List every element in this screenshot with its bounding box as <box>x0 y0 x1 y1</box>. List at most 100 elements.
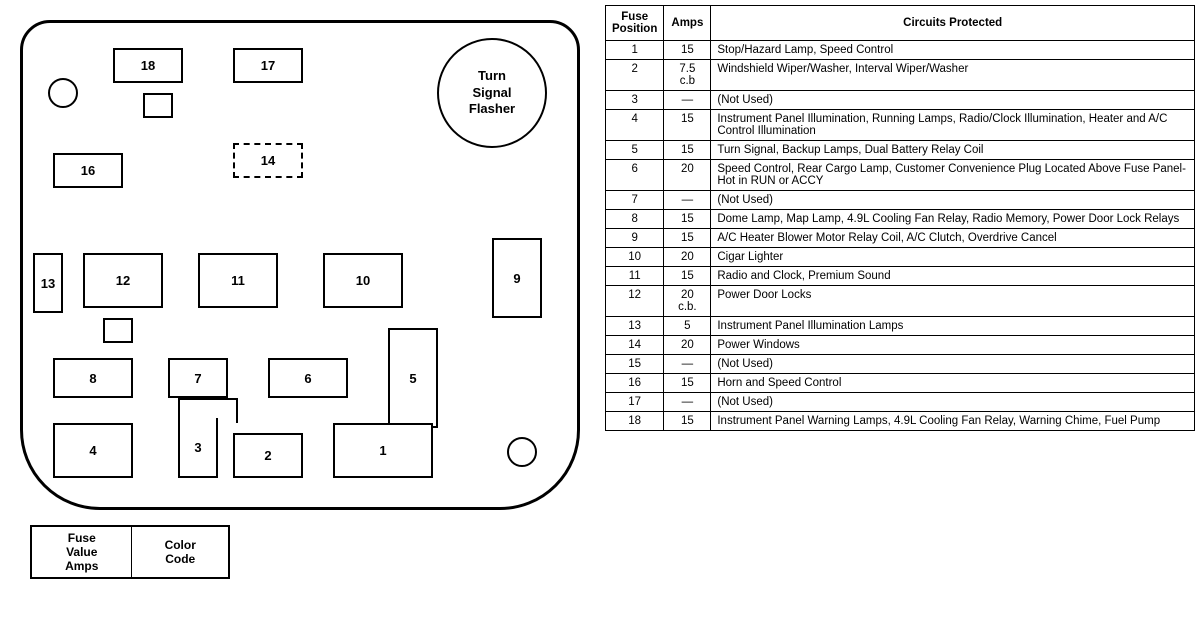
fuse-amps-cell: — <box>664 355 711 374</box>
fuse-amps-cell: 15 <box>664 210 711 229</box>
col-header-circuits: Circuits Protected <box>711 6 1195 41</box>
fuse-position-cell: 18 <box>606 412 664 431</box>
table-row: 815Dome Lamp, Map Lamp, 4.9L Cooling Fan… <box>606 210 1195 229</box>
fuse-3-top <box>178 398 238 423</box>
fuse-amps-cell: 20 <box>664 160 711 191</box>
fuse-legend-table: FuseValueAmps ColorCode <box>30 525 230 579</box>
small-circle-tl <box>48 78 78 108</box>
fuse-sub-18 <box>143 93 173 118</box>
fuse-circuit-cell: Radio and Clock, Premium Sound <box>711 267 1195 286</box>
fuse-position-cell: 8 <box>606 210 664 229</box>
fuse-amps-cell: 15 <box>664 229 711 248</box>
fuse-position-cell: 13 <box>606 317 664 336</box>
fuse-reference-table: FusePosition Amps Circuits Protected 115… <box>605 5 1195 431</box>
fuse-12: 12 <box>83 253 163 308</box>
fuse-circuit-cell: Dome Lamp, Map Lamp, 4.9L Cooling Fan Re… <box>711 210 1195 229</box>
fuse-circuit-cell: Stop/Hazard Lamp, Speed Control <box>711 41 1195 60</box>
fuse-circuit-cell: A/C Heater Blower Motor Relay Coil, A/C … <box>711 229 1195 248</box>
fuse-4: 4 <box>53 423 133 478</box>
table-row: 17—(Not Used) <box>606 393 1195 412</box>
fuse-position-cell: 2 <box>606 60 664 91</box>
fuse-position-cell: 5 <box>606 141 664 160</box>
fuse-position-cell: 15 <box>606 355 664 374</box>
table-row: 7—(Not Used) <box>606 191 1195 210</box>
table-row: 915A/C Heater Blower Motor Relay Coil, A… <box>606 229 1195 248</box>
fuse-position-cell: 6 <box>606 160 664 191</box>
fuse-9: 9 <box>492 238 542 318</box>
fuse-circuit-cell: Turn Signal, Backup Lamps, Dual Battery … <box>711 141 1195 160</box>
table-row: 1615Horn and Speed Control <box>606 374 1195 393</box>
fuse-amps-cell: 15 <box>664 41 711 60</box>
fuse-10: 10 <box>323 253 403 308</box>
fuse-position-cell: 17 <box>606 393 664 412</box>
fuse-1: 1 <box>333 423 433 478</box>
fuse-circuit-cell: (Not Used) <box>711 393 1195 412</box>
fuse-position-cell: 1 <box>606 41 664 60</box>
table-row: 1220 c.b.Power Door Locks <box>606 286 1195 317</box>
fuse-circuit-cell: Windshield Wiper/Washer, Interval Wiper/… <box>711 60 1195 91</box>
fuse-circuit-cell: (Not Used) <box>711 191 1195 210</box>
table-row: 1115Radio and Clock, Premium Sound <box>606 267 1195 286</box>
fuse-position-cell: 16 <box>606 374 664 393</box>
fuse-position-cell: 9 <box>606 229 664 248</box>
table-row: 1020Cigar Lighter <box>606 248 1195 267</box>
fuse-circuit-cell: Cigar Lighter <box>711 248 1195 267</box>
table-row: 115Stop/Hazard Lamp, Speed Control <box>606 41 1195 60</box>
fuse-circuit-cell: (Not Used) <box>711 91 1195 110</box>
fuse-position-cell: 4 <box>606 110 664 141</box>
fuse-18: 18 <box>113 48 183 83</box>
fuse-16: 16 <box>53 153 123 188</box>
fuse-table-panel: FusePosition Amps Circuits Protected 115… <box>600 0 1200 630</box>
fuse-circuit-cell: Instrument Panel Illumination, Running L… <box>711 110 1195 141</box>
fuse-amps-cell: 20 <box>664 248 711 267</box>
fuse-position-cell: 14 <box>606 336 664 355</box>
fuse-circuit-cell: Horn and Speed Control <box>711 374 1195 393</box>
fuse-circuit-cell: Power Windows <box>711 336 1195 355</box>
fuse-amps-cell: 7.5 c.b <box>664 60 711 91</box>
fuse-circuit-cell: Instrument Panel Warning Lamps, 4.9L Coo… <box>711 412 1195 431</box>
fuse-6: 6 <box>268 358 348 398</box>
fuse-position-cell: 10 <box>606 248 664 267</box>
fuse-circuit-cell: Instrument Panel Illumination Lamps <box>711 317 1195 336</box>
table-row: 135Instrument Panel Illumination Lamps <box>606 317 1195 336</box>
col-header-position: FusePosition <box>606 6 664 41</box>
fuse-diagram-panel: TurnSignalFlasher 18 17 16 14 13 12 11 1… <box>0 0 600 630</box>
fuse-amps-cell: 20 <box>664 336 711 355</box>
table-row: 3—(Not Used) <box>606 91 1195 110</box>
fuse-position-cell: 3 <box>606 91 664 110</box>
fuse-circuit-cell: (Not Used) <box>711 355 1195 374</box>
table-row: 1815Instrument Panel Warning Lamps, 4.9L… <box>606 412 1195 431</box>
fuse-sub-12 <box>103 318 133 343</box>
fuse-14: 14 <box>233 143 303 178</box>
fuse-amps-cell: 15 <box>664 374 711 393</box>
fuse-8: 8 <box>53 358 133 398</box>
fuse-17: 17 <box>233 48 303 83</box>
fuse-13: 13 <box>33 253 63 313</box>
small-circle-br <box>507 437 537 467</box>
legend-col1-header: FuseValueAmps <box>31 526 132 578</box>
fuse-circuit-cell: Power Door Locks <box>711 286 1195 317</box>
fuse-3: 3 <box>178 418 218 478</box>
legend-container: FuseValueAmps ColorCode <box>20 525 590 579</box>
legend-col2-header: ColorCode <box>132 526 229 578</box>
fuse-amps-cell: — <box>664 191 711 210</box>
table-row: 15—(Not Used) <box>606 355 1195 374</box>
fuse-position-cell: 12 <box>606 286 664 317</box>
fuse-5: 5 <box>388 328 438 428</box>
fuse-amps-cell: 15 <box>664 267 711 286</box>
fuse-position-cell: 11 <box>606 267 664 286</box>
fuse-11: 11 <box>198 253 278 308</box>
table-row: 515Turn Signal, Backup Lamps, Dual Batte… <box>606 141 1195 160</box>
fuse-box: TurnSignalFlasher 18 17 16 14 13 12 11 1… <box>20 20 580 510</box>
fuse-circuit-cell: Speed Control, Rear Cargo Lamp, Customer… <box>711 160 1195 191</box>
fuse-amps-cell: — <box>664 393 711 412</box>
col-header-amps: Amps <box>664 6 711 41</box>
turn-signal-flasher: TurnSignalFlasher <box>437 38 547 148</box>
fuse-amps-cell: 5 <box>664 317 711 336</box>
fuse-7: 7 <box>168 358 228 398</box>
fuse-amps-cell: 15 <box>664 412 711 431</box>
fuse-amps-cell: — <box>664 91 711 110</box>
table-row: 415Instrument Panel Illumination, Runnin… <box>606 110 1195 141</box>
fuse-amps-cell: 20 c.b. <box>664 286 711 317</box>
fuse-position-cell: 7 <box>606 191 664 210</box>
